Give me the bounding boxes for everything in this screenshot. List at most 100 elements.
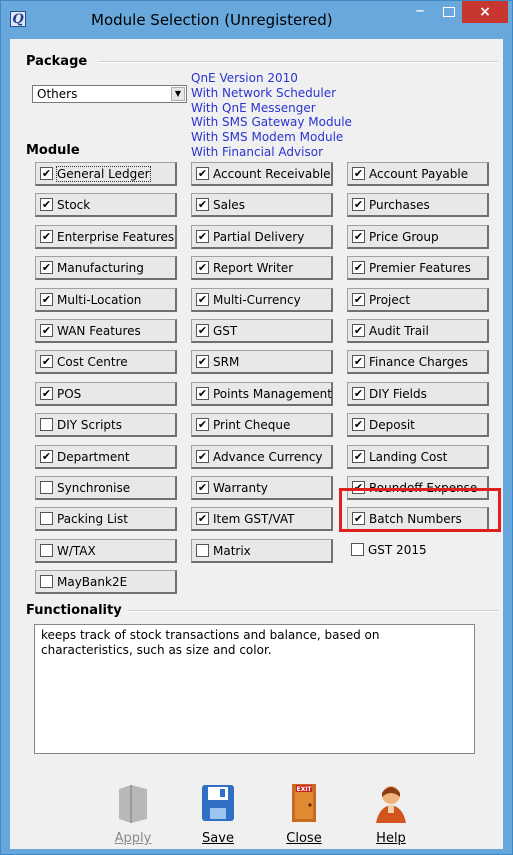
- module-diy-fields-toggle[interactable]: ✔ DIY Fields: [347, 382, 489, 406]
- package-dropdown[interactable]: Others ▼: [32, 85, 187, 103]
- checkbox-checked-icon[interactable]: ✔: [196, 167, 209, 180]
- module-audit-trail-toggle[interactable]: ✔ Audit Trail: [347, 319, 489, 343]
- module-enterprise-features-toggle[interactable]: ✔ Enterprise Features: [35, 225, 177, 249]
- module-general-ledger-toggle[interactable]: ✔ General Ledger: [35, 162, 177, 186]
- module-multi-currency-toggle[interactable]: ✔ Multi-Currency: [191, 288, 333, 312]
- checkbox-checked-icon[interactable]: ✔: [352, 324, 365, 337]
- package-info-line: With Network Scheduler: [191, 85, 337, 100]
- module-price-group-toggle[interactable]: ✔ Price Group: [347, 225, 489, 249]
- checkbox-checked-icon[interactable]: ✔: [196, 481, 209, 494]
- checkbox-checked-icon[interactable]: ✔: [40, 324, 53, 337]
- module-label: Matrix: [213, 544, 251, 558]
- checkbox-checked-icon[interactable]: ✔: [352, 198, 365, 211]
- module-cost-centre-toggle[interactable]: ✔ Cost Centre: [35, 350, 177, 374]
- checkbox-checked-icon[interactable]: ✔: [40, 167, 53, 180]
- module-warranty-toggle[interactable]: ✔ Warranty: [191, 476, 333, 500]
- module-w-tax-toggle[interactable]: W/TAX: [35, 539, 177, 563]
- checkbox-checked-icon[interactable]: ✔: [40, 387, 53, 400]
- module-synchronise-toggle[interactable]: Synchronise: [35, 476, 177, 500]
- checkbox-checked-icon[interactable]: ✔: [196, 293, 209, 306]
- module-report-writer-toggle[interactable]: ✔ Report Writer: [191, 256, 333, 280]
- checkbox-checked-icon[interactable]: ✔: [352, 450, 365, 463]
- module-srm-toggle[interactable]: ✔ SRM: [191, 350, 333, 374]
- module-diy-scripts-toggle[interactable]: DIY Scripts: [35, 413, 177, 437]
- module-deposit-toggle[interactable]: ✔ Deposit: [347, 413, 489, 437]
- checkbox-empty-icon[interactable]: [40, 512, 53, 525]
- help-button[interactable]: Help: [361, 781, 421, 851]
- chevron-down-icon[interactable]: ▼: [171, 87, 185, 101]
- module-project-toggle[interactable]: ✔ Project: [347, 288, 489, 312]
- module-label: Multi-Currency: [213, 293, 301, 307]
- module-points-management-toggle[interactable]: ✔ Points Management: [191, 382, 333, 406]
- checkbox-empty-icon[interactable]: [40, 481, 53, 494]
- checkbox-checked-icon[interactable]: ✔: [196, 261, 209, 274]
- module-account-receivable-toggle[interactable]: ✔ Account Receivable: [191, 162, 333, 186]
- module-label: SRM: [213, 355, 240, 369]
- checkbox-empty-icon[interactable]: [40, 544, 53, 557]
- module-finance-charges-toggle[interactable]: ✔ Finance Charges: [347, 350, 489, 374]
- checkbox-checked-icon[interactable]: ✔: [40, 230, 53, 243]
- checkbox-checked-icon[interactable]: ✔: [196, 418, 209, 431]
- module-matrix-toggle[interactable]: Matrix: [191, 539, 333, 563]
- checkbox-checked-icon[interactable]: ✔: [196, 324, 209, 337]
- close-button[interactable]: EXIT Close: [274, 781, 334, 851]
- module-sales-toggle[interactable]: ✔ Sales: [191, 193, 333, 217]
- module-label: Deposit: [369, 418, 415, 432]
- checkbox-checked-icon[interactable]: ✔: [40, 450, 53, 463]
- apply-button[interactable]: Apply: [103, 781, 163, 851]
- checkbox-empty-icon[interactable]: [196, 544, 209, 557]
- module-manufacturing-toggle[interactable]: ✔ Manufacturing: [35, 256, 177, 280]
- module-purchases-toggle[interactable]: ✔ Purchases: [347, 193, 489, 217]
- checkbox-checked-icon[interactable]: ✔: [352, 387, 365, 400]
- checkbox-empty-icon[interactable]: [40, 418, 53, 431]
- module-gst-2015-toggle[interactable]: GST 2015: [347, 539, 489, 563]
- module-pos-toggle[interactable]: ✔ POS: [35, 382, 177, 406]
- checkbox-checked-icon[interactable]: ✔: [40, 355, 53, 368]
- checkbox-checked-icon[interactable]: ✔: [196, 512, 209, 525]
- checkbox-empty-icon[interactable]: [351, 543, 364, 556]
- checkbox-checked-icon[interactable]: ✔: [196, 230, 209, 243]
- checkbox-empty-icon[interactable]: [40, 575, 53, 588]
- save-button[interactable]: Save: [188, 781, 248, 851]
- module-label: Price Group: [369, 230, 439, 244]
- module-premier-features-toggle[interactable]: ✔ Premier Features: [347, 256, 489, 280]
- module-label: Advance Currency: [213, 450, 323, 464]
- module-label: Purchases: [369, 198, 430, 212]
- apply-label: Apply: [114, 831, 152, 846]
- module-department-toggle[interactable]: ✔ Department: [35, 445, 177, 469]
- minimize-button[interactable]: –: [406, 1, 434, 23]
- checkbox-checked-icon[interactable]: ✔: [40, 293, 53, 306]
- module-multi-location-toggle[interactable]: ✔ Multi-Location: [35, 288, 177, 312]
- module-wan-features-toggle[interactable]: ✔ WAN Features: [35, 319, 177, 343]
- module-partial-delivery-toggle[interactable]: ✔ Partial Delivery: [191, 225, 333, 249]
- package-info-line: With Financial Advisor: [191, 144, 323, 159]
- module-landing-cost-toggle[interactable]: ✔ Landing Cost: [347, 445, 489, 469]
- module-gst-toggle[interactable]: ✔ GST: [191, 319, 333, 343]
- checkbox-checked-icon[interactable]: ✔: [196, 387, 209, 400]
- module-advance-currency-toggle[interactable]: ✔ Advance Currency: [191, 445, 333, 469]
- app-q-icon[interactable]: Q: [10, 11, 26, 27]
- checkbox-checked-icon[interactable]: ✔: [40, 261, 53, 274]
- module-label: Print Cheque: [213, 418, 291, 432]
- checkbox-checked-icon[interactable]: ✔: [196, 198, 209, 211]
- module-print-cheque-toggle[interactable]: ✔ Print Cheque: [191, 413, 333, 437]
- module-stock-toggle[interactable]: ✔ Stock: [35, 193, 177, 217]
- module-maybank2e-toggle[interactable]: MayBank2E: [35, 570, 177, 594]
- close-window-button[interactable]: ×: [462, 1, 508, 23]
- checkbox-checked-icon[interactable]: ✔: [352, 167, 365, 180]
- checkbox-checked-icon[interactable]: ✔: [352, 230, 365, 243]
- checkbox-checked-icon[interactable]: ✔: [40, 198, 53, 211]
- checkbox-checked-icon[interactable]: ✔: [352, 355, 365, 368]
- module-label: Project: [369, 293, 411, 307]
- package-info: QnE Version 2010 With Network Scheduler …: [191, 71, 352, 160]
- maximize-button[interactable]: [434, 1, 462, 23]
- module-item-gst-vat-toggle[interactable]: ✔ Item GST/VAT: [191, 507, 333, 531]
- checkbox-checked-icon[interactable]: ✔: [352, 293, 365, 306]
- checkbox-checked-icon[interactable]: ✔: [352, 418, 365, 431]
- module-packing-list-toggle[interactable]: Packing List: [35, 507, 177, 531]
- checkbox-checked-icon[interactable]: ✔: [352, 261, 365, 274]
- package-group-line: [98, 61, 498, 63]
- checkbox-checked-icon[interactable]: ✔: [196, 450, 209, 463]
- checkbox-checked-icon[interactable]: ✔: [196, 355, 209, 368]
- module-account-payable-toggle[interactable]: ✔ Account Payable: [347, 162, 489, 186]
